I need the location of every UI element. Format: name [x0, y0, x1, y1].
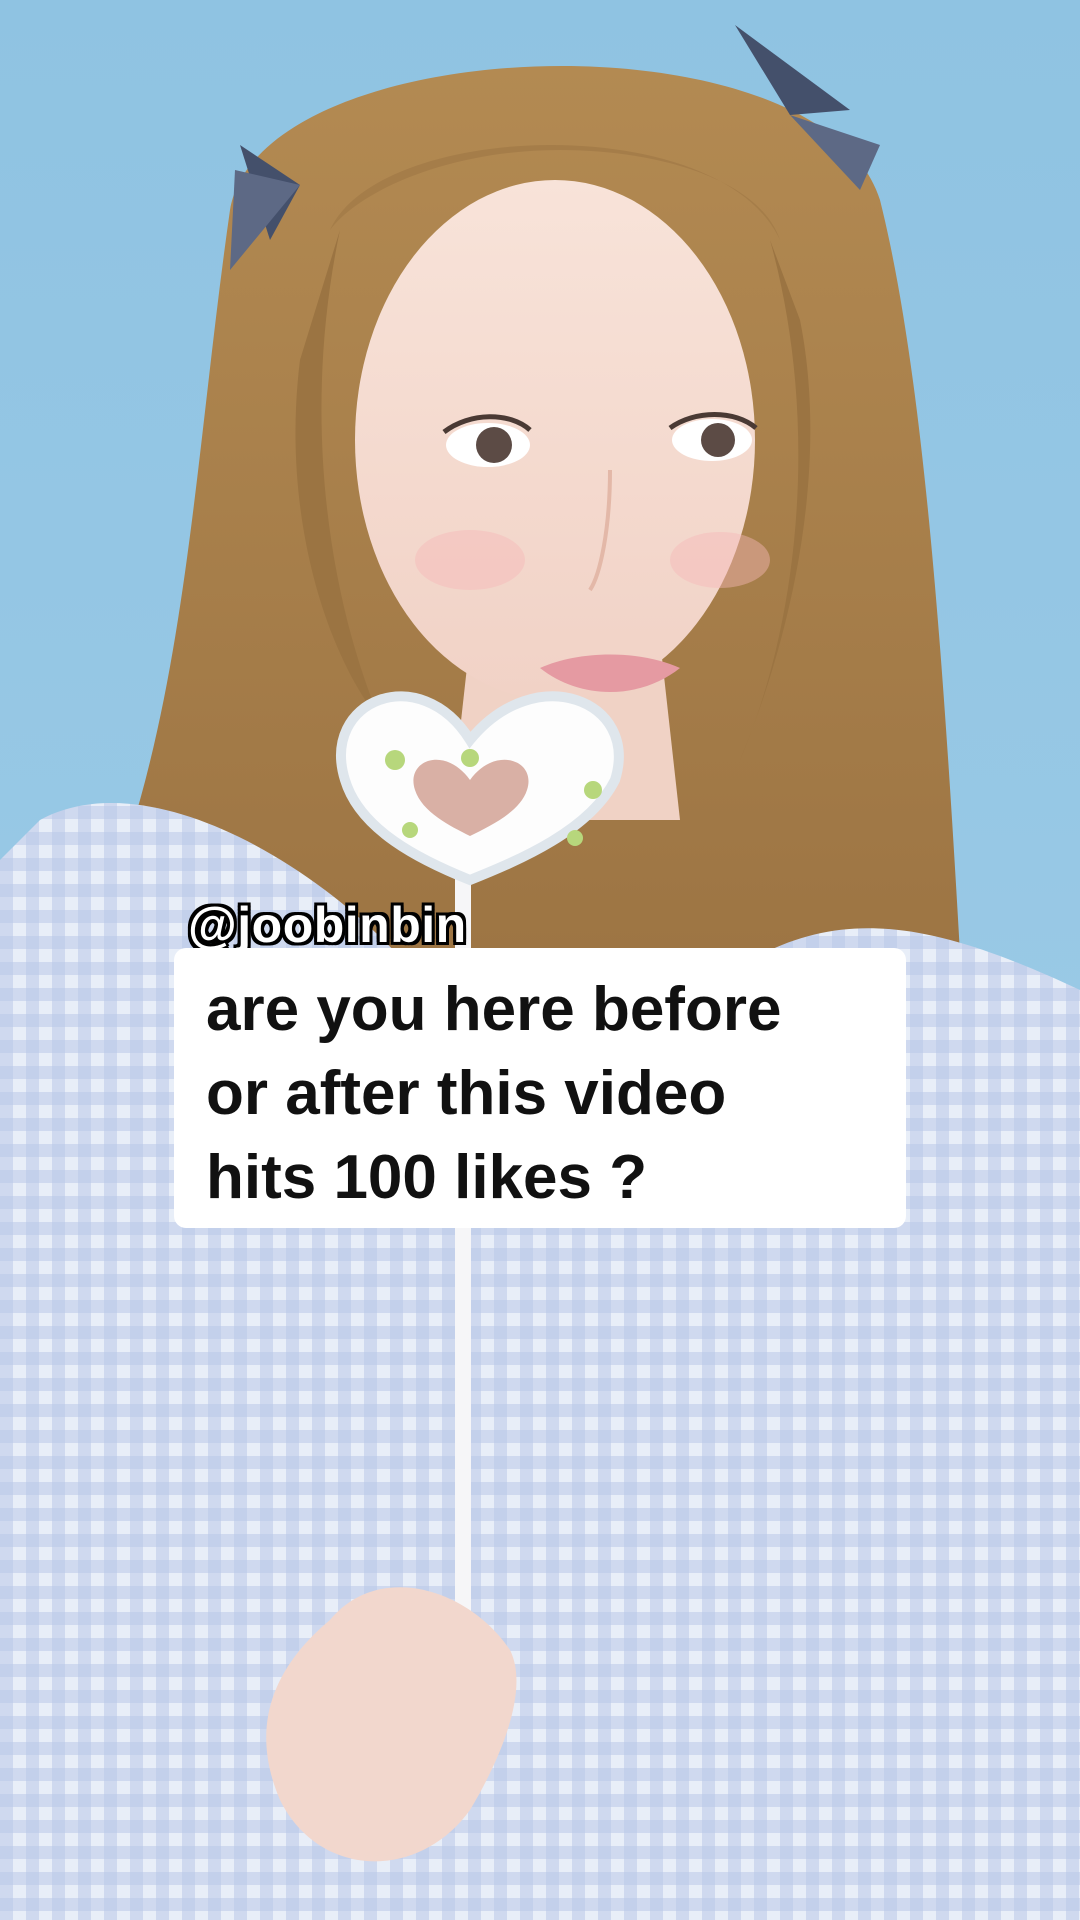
caption-box: are you here before or after this video … — [174, 948, 906, 1228]
caption-line-2: or after this video — [206, 1059, 727, 1128]
caption-line-1: are you here before — [206, 975, 782, 1044]
caption-line-3: hits 100 likes ? — [206, 1143, 648, 1212]
video-username[interactable]: @joobinbin — [188, 900, 467, 950]
video-frame[interactable]: @joobinbin are you here before or after … — [0, 0, 1080, 1920]
